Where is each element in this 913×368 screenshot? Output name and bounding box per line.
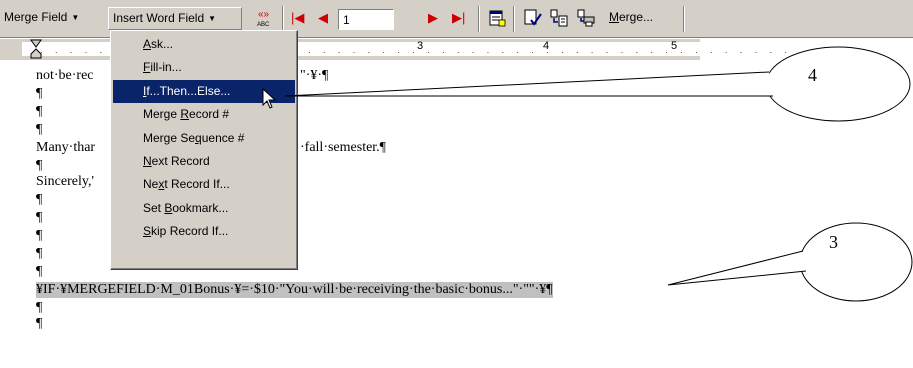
merge-button-label: erge... <box>619 10 654 24</box>
doc-line: Many·thar <box>36 140 96 155</box>
paragraph-mark: ¶ <box>36 264 43 279</box>
doc-line: ·fall·semester.¶ <box>300 140 387 155</box>
callout-number-4: 4 <box>808 65 817 85</box>
doc-line: Sincerely,' <box>36 174 94 189</box>
toolbar-separator <box>683 6 685 32</box>
horizontal-ruler[interactable]: · · · · · · · · · · · · · · · · · · · · … <box>0 39 802 60</box>
merge-button[interactable]: Merge... <box>606 7 656 30</box>
paragraph-mark: ¶ <box>36 300 43 315</box>
indent-marker-icon[interactable] <box>30 39 42 60</box>
ruler-number: 5 <box>671 40 678 52</box>
insert-word-field-label: Insert Word Field <box>113 11 205 25</box>
svg-text:«»: «» <box>258 9 270 20</box>
paragraph-mark: ¶ <box>36 246 43 261</box>
last-record-icon[interactable]: ▶| <box>452 11 465 25</box>
chevron-down-icon: ▼ <box>71 13 80 22</box>
ruler-number: 4 <box>543 40 550 52</box>
paragraph-mark: ¶ <box>36 104 43 119</box>
paragraph-mark: ¶ <box>36 316 43 331</box>
insert-word-field-menu: Ask... Fill-in... If...Then...Else... Me… <box>110 30 298 270</box>
menu-item-fill-in[interactable]: Fill-in... <box>111 56 297 79</box>
first-record-icon[interactable]: |◀ <box>291 11 304 25</box>
merge-to-printer-icon[interactable] <box>576 8 596 28</box>
paragraph-mark: ¶ <box>36 192 43 207</box>
record-number-input[interactable] <box>338 9 394 30</box>
paragraph-mark: ¶ <box>36 158 43 173</box>
menu-item-ask[interactable]: Ask... <box>111 33 297 56</box>
doc-line: "·¥·¶ <box>300 68 329 83</box>
menu-item-set-bookmark[interactable]: Set Bookmark... <box>111 197 297 220</box>
chevron-down-icon: ▼ <box>208 14 217 23</box>
merge-field-button[interactable]: Merge Field ▼ <box>0 7 103 30</box>
toolbar-separator <box>478 6 480 32</box>
menu-item-skip-record-if[interactable]: Skip Record If... <box>111 220 297 243</box>
paragraph-mark: ¶ <box>36 122 43 137</box>
if-field-code[interactable]: ¥IF·¥MERGEFIELD·M_01Bonus·¥=·$10·"You·wi… <box>36 282 553 298</box>
toolbar-separator <box>513 6 515 32</box>
callout-number-3: 3 <box>829 232 838 252</box>
check-errors-icon[interactable] <box>523 8 543 28</box>
mouse-pointer-icon <box>262 88 277 109</box>
merge-button-accel: M <box>609 10 619 24</box>
paragraph-mark: ¶ <box>36 86 43 101</box>
menu-item-next-record[interactable]: Next Record <box>111 150 297 173</box>
previous-record-icon[interactable]: ◀ <box>318 11 328 25</box>
merge-to-new-document-icon[interactable] <box>549 8 569 28</box>
paragraph-mark: ¶ <box>36 210 43 225</box>
menu-item-merge-sequence[interactable]: Merge Sequence # <box>111 127 297 150</box>
ruler-number: 3 <box>417 40 424 52</box>
merge-field-label: Merge Field <box>4 10 68 24</box>
menu-item-next-record-if[interactable]: Next Record If... <box>111 173 297 196</box>
view-merged-data-icon[interactable]: «» ABC <box>255 8 275 28</box>
insert-word-field-button[interactable]: Insert Word Field ▼ <box>108 7 242 30</box>
toolbar-separator <box>282 6 284 32</box>
paragraph-mark: ¶ <box>36 228 43 243</box>
svg-text:ABC: ABC <box>257 22 270 28</box>
mail-merge-helper-icon[interactable] <box>487 8 507 28</box>
next-record-icon[interactable]: ▶ <box>428 11 438 25</box>
doc-line: not·be·rec <box>36 68 94 83</box>
